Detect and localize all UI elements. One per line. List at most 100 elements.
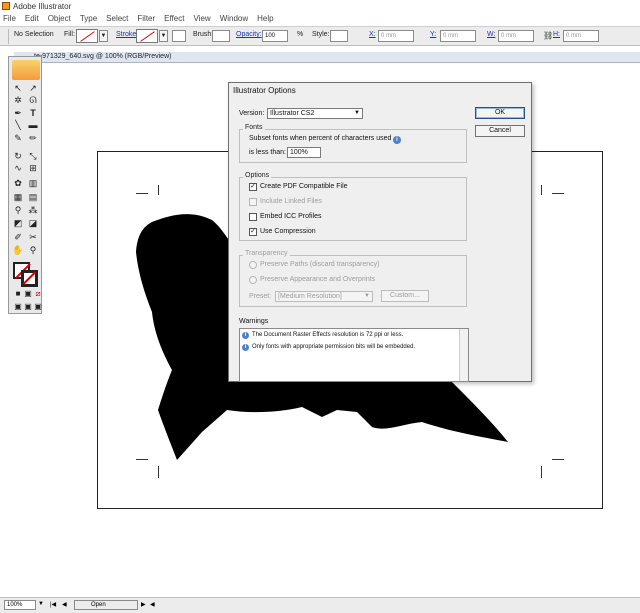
brush-label: Brush: [193, 31, 214, 38]
menu-help[interactable]: Help [257, 14, 273, 23]
opacity-field[interactable]: 100 [262, 30, 288, 42]
blend-tool-icon[interactable]: ⁂ [27, 205, 39, 215]
style-field[interactable] [330, 30, 348, 42]
title-bar: Adobe Illustrator [0, 0, 640, 12]
preserve-appearance-radio [249, 276, 257, 284]
status-menu-arrow[interactable]: ▶ [141, 601, 146, 608]
embed-icc-profiles-label: Embed ICC Profiles [260, 213, 322, 220]
w-label[interactable]: W: [487, 31, 495, 38]
pen-tool-icon[interactable]: ✒ [12, 108, 24, 118]
info-icon: i [393, 136, 401, 144]
slice-tool-icon[interactable]: ✐ [12, 232, 24, 242]
screen-mode-full-icon[interactable]: ▣ [32, 302, 44, 312]
menu-edit[interactable]: Edit [25, 14, 39, 23]
status-bar: 100% ▼ |◀ ◀ Open ▶ ◀ [0, 597, 640, 613]
warnings-scrollbar[interactable] [459, 329, 468, 381]
chevron-down-icon: ▼ [354, 110, 360, 116]
crop-mark [158, 466, 159, 478]
menu-view[interactable]: View [193, 14, 210, 23]
menu-select[interactable]: Select [106, 14, 128, 23]
embed-icc-profiles-checkbox[interactable] [249, 213, 257, 221]
scale-tool-icon[interactable]: ⤡ [27, 151, 39, 161]
constrain-link-icon[interactable]: ⛓ [543, 31, 553, 40]
direct-selection-tool-icon[interactable]: ↗ [27, 83, 39, 93]
previous-artboard-icon[interactable]: ◀ [62, 601, 67, 608]
create-pdf-compatible-checkbox[interactable]: ✓ [249, 183, 257, 191]
live-paint-bucket-tool-icon[interactable]: ◩ [12, 218, 24, 228]
zoom-tool-icon[interactable]: ⚲ [27, 245, 39, 255]
cancel-button[interactable]: Cancel [475, 125, 525, 137]
fill-swatch[interactable] [76, 29, 98, 43]
stroke-weight-field[interactable] [172, 30, 186, 42]
h-label[interactable]: H: [553, 31, 560, 38]
info-icon: i [242, 332, 249, 339]
x-field[interactable]: 0 mm [378, 30, 414, 42]
scissors-tool-icon[interactable]: ✂ [27, 232, 39, 242]
subset-percent-field[interactable]: 100% [287, 147, 321, 158]
menu-window[interactable]: Window [220, 14, 248, 23]
opacity-label[interactable]: Opacity: [236, 31, 262, 38]
stroke-swatch[interactable] [136, 29, 158, 43]
zoom-dropdown-arrow[interactable]: ▼ [38, 601, 44, 607]
symbol-sprayer-tool-icon[interactable]: ✿ [12, 178, 24, 188]
lasso-tool-icon[interactable]: ᘏ [27, 95, 39, 105]
rotate-tool-icon[interactable]: ↻ [12, 151, 24, 161]
crop-mark [552, 193, 564, 194]
control-bar-grip [8, 29, 9, 44]
fill-dropdown-arrow[interactable]: ▼ [99, 30, 108, 42]
include-linked-files-checkbox [249, 198, 257, 206]
type-tool-icon[interactable]: T [27, 108, 39, 118]
h-field[interactable]: 0 mm [563, 30, 599, 42]
document-tab[interactable]: te-971329_640.svg @ 100% (RGB/Preview) [14, 52, 640, 63]
paintbrush-tool-icon[interactable]: ✎ [12, 133, 24, 143]
next-artboard-icon[interactable]: ◀ [150, 601, 155, 608]
menu-effect[interactable]: Effect [164, 14, 184, 23]
y-label[interactable]: Y: [430, 31, 436, 38]
line-tool-icon[interactable]: ╲ [12, 120, 24, 130]
tools-panel: ↖ ↗ ✲ ᘏ ✒ T ╲ ▬ ✎ ✏ ↻ ⤡ ∿ ⊞ ✿ ▥ ▦ ▤ ⚲ ⁂ … [8, 56, 42, 314]
preserve-appearance-label: Preserve Appearance and Overprints [260, 276, 376, 283]
none-mode-icon[interactable]: ⧄ [32, 289, 44, 299]
eyedropper-tool-icon[interactable]: ⚲ [12, 205, 24, 215]
selection-status: No Selection [14, 31, 54, 38]
mesh-tool-icon[interactable]: ▦ [12, 192, 24, 202]
stroke-dropdown-arrow[interactable]: ▼ [159, 30, 168, 42]
warnings-list[interactable]: i The Document Raster Effects resolution… [239, 328, 469, 382]
ok-button[interactable]: OK [475, 107, 525, 119]
gradient-tool-icon[interactable]: ▤ [27, 192, 39, 202]
selection-tool-icon[interactable]: ↖ [12, 83, 24, 93]
menu-filter[interactable]: Filter [137, 14, 155, 23]
pencil-tool-icon[interactable]: ✏ [27, 133, 39, 143]
menu-file[interactable]: File [3, 14, 16, 23]
preset-select: [Medium Resolution] ▼ [275, 291, 373, 302]
zoom-level-field[interactable]: 100% [4, 600, 36, 610]
first-artboard-icon[interactable]: |◀ [50, 601, 56, 608]
stroke-label[interactable]: Stroke: [116, 31, 138, 38]
crop-mark [541, 466, 542, 478]
menu-type[interactable]: Type [80, 14, 97, 23]
magic-wand-tool-icon[interactable]: ✲ [12, 95, 24, 105]
warning-item: Only fonts with appropriate permission b… [252, 344, 416, 350]
status-field[interactable]: Open [74, 600, 138, 610]
y-field[interactable]: 0 mm [440, 30, 476, 42]
x-label[interactable]: X: [369, 31, 376, 38]
hand-tool-icon[interactable]: ✋ [12, 245, 24, 255]
rectangle-tool-icon[interactable]: ▬ [27, 120, 39, 130]
menu-object[interactable]: Object [48, 14, 71, 23]
menu-bar: File Edit Object Type Select Filter Effe… [0, 12, 640, 25]
column-graph-tool-icon[interactable]: ▥ [27, 178, 39, 188]
preserve-paths-radio [249, 261, 257, 269]
chevron-down-icon: ▼ [364, 293, 370, 299]
fill-stroke-swatches[interactable] [13, 262, 39, 287]
brush-field[interactable] [212, 30, 230, 42]
warp-tool-icon[interactable]: ∿ [12, 163, 24, 173]
options-legend: Options [243, 172, 272, 179]
free-transform-tool-icon[interactable]: ⊞ [27, 163, 39, 173]
custom-button: Custom... [381, 290, 429, 302]
stroke-swatch-icon[interactable] [21, 270, 38, 287]
live-paint-selection-tool-icon[interactable]: ◪ [27, 218, 39, 228]
w-field[interactable]: 0 mm [498, 30, 534, 42]
use-compression-checkbox[interactable]: ✓ [249, 228, 257, 236]
include-linked-files-label: Include Linked Files [260, 198, 322, 205]
version-select[interactable]: Illustrator CS2 ▼ [267, 108, 363, 119]
